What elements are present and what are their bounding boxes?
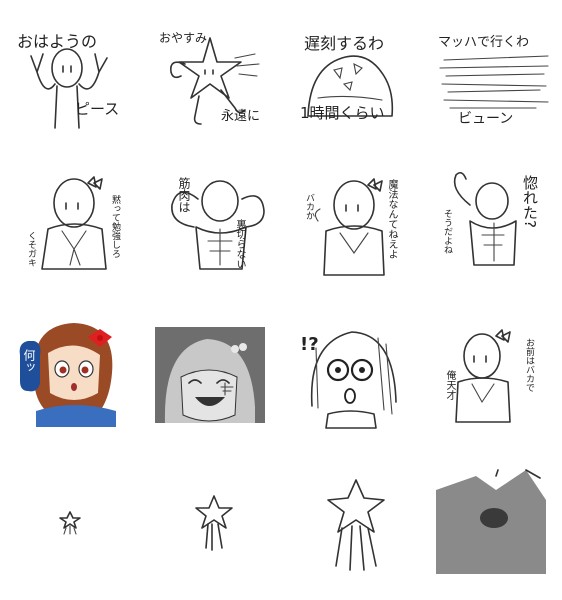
muscle-drawing bbox=[171, 180, 265, 270]
sticker-text-1: おやすみ bbox=[159, 31, 208, 45]
sticker-star-medium[interactable] bbox=[296, 470, 416, 590]
sticker-star-zoom[interactable] bbox=[436, 469, 556, 590]
sticker-text-1: お前はバカで bbox=[524, 338, 534, 392]
sticker-benkyou[interactable]: 黙って勉強しろ くそガキ bbox=[18, 165, 138, 285]
sticker-mach[interactable]: マッハで行くわ ビューン bbox=[436, 28, 556, 148]
sticker-star-small[interactable] bbox=[156, 470, 276, 590]
sticker-grid: おはようの ピース おやすみ 永遠に 遅刻するわ 1時間くらい マッハで行くわ … bbox=[0, 0, 562, 600]
sticker-text-2: ビューン bbox=[458, 111, 514, 127]
small-star-drawing bbox=[195, 495, 233, 551]
medium-star-drawing bbox=[327, 479, 385, 571]
tiny-star-drawing bbox=[59, 511, 81, 535]
sticker-nani[interactable]: 何ッ bbox=[16, 307, 136, 427]
laughing-girl-drawing bbox=[155, 327, 265, 423]
sticker-text-1: 遅刻するわ bbox=[304, 34, 385, 53]
sticker-text-1: 何ッ bbox=[22, 349, 36, 373]
sticker-text-1: マッハで行くわ bbox=[438, 35, 530, 50]
sticker-text-2: くそガキ bbox=[26, 231, 36, 267]
sticker-text-2: ピース bbox=[75, 100, 120, 118]
sticker-text-2: 永遠に bbox=[221, 109, 261, 124]
zoomed-star-drawing bbox=[436, 469, 546, 574]
sticker-star-tiny[interactable] bbox=[14, 470, 134, 590]
sticker-text-1: 筋肉は bbox=[177, 177, 191, 213]
sticker-oyasumi[interactable]: おやすみ 永遠に bbox=[155, 28, 275, 148]
sticker-kinniku[interactable]: 筋肉は 裏切らない bbox=[158, 165, 278, 285]
sticker-text-1: !? bbox=[300, 334, 319, 355]
sticker-text-2: 裏切らない bbox=[234, 219, 245, 269]
sticker-text-1: おはようの bbox=[17, 32, 98, 51]
star-drawing bbox=[169, 37, 260, 125]
sticker-mahou[interactable]: 魔法なんてねえよ バカか bbox=[298, 165, 418, 285]
bow-girl-drawing bbox=[41, 176, 107, 270]
sticker-text-1: 魔法なんてねえよ bbox=[386, 179, 397, 259]
sticker-laugh[interactable] bbox=[155, 327, 275, 447]
sticker-ohayou[interactable]: おはようの ピース bbox=[15, 28, 135, 148]
sticker-text-2: そうだよね bbox=[442, 209, 452, 254]
sticker-chikoku[interactable]: 遅刻するわ 1時間くらい bbox=[298, 28, 418, 148]
bow-girl-drawing bbox=[314, 178, 385, 276]
sticker-tensai[interactable]: お前はバカで 俺天才 bbox=[436, 318, 556, 438]
sticker-text-2: 1時間くらい bbox=[300, 104, 385, 122]
sticker-text-1: 黙って勉強しろ bbox=[110, 195, 120, 258]
sticker-text-2: 俺天才 bbox=[444, 370, 455, 400]
sticker-shock[interactable]: !? bbox=[298, 318, 418, 438]
sticker-text-2: バカか bbox=[304, 193, 314, 220]
sticker-horeta[interactable]: 惚れた? そうだよね bbox=[436, 165, 556, 285]
sticker-text-1: 惚れた? bbox=[521, 175, 539, 228]
